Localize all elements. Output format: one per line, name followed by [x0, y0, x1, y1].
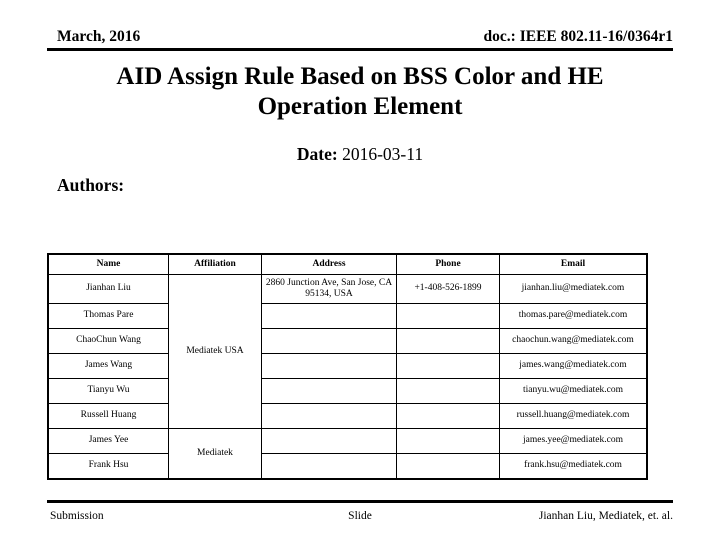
- cell-name: Frank Hsu: [47, 453, 169, 480]
- cell-name: Tianyu Wu: [47, 378, 169, 404]
- table-row: ChaoChun Wang chaochun.wang@mediatek.com: [47, 328, 648, 354]
- cell-phone: [396, 328, 500, 354]
- cell-email: james.wang@mediatek.com: [499, 353, 648, 379]
- cell-name: James Yee: [47, 428, 169, 454]
- slide-title: AID Assign Rule Based on BSS Color and H…: [116, 63, 604, 120]
- cell-address: 2860 Junction Ave, San Jose, CA 95134, U…: [261, 274, 397, 304]
- column-header-address: Address: [261, 253, 397, 275]
- cell-email: tianyu.wu@mediatek.com: [499, 378, 648, 404]
- slide-header: March, 2016 doc.: IEEE 802.11-16/0364r1: [47, 27, 673, 51]
- authors-table-body: Jianhan Liu Mediatek USA 2860 Junction Ave…: [47, 274, 648, 480]
- date-label: Date:: [296, 144, 338, 164]
- footer-divider: [47, 500, 673, 503]
- footer-author-credit: Jianhan Liu, Mediatek, et. al.: [538, 510, 673, 522]
- cell-name: James Wang: [47, 353, 169, 379]
- cell-name: Thomas Pare: [47, 303, 169, 329]
- header-divider: [47, 48, 673, 51]
- table-row: Thomas Pare thomas.pare@mediatek.com: [47, 303, 648, 329]
- table-header-row: Name Affiliation Address Phone Email: [47, 253, 648, 275]
- header-doc-number: doc.: IEEE 802.11-16/0364r1: [483, 28, 673, 45]
- cell-address: [261, 378, 397, 404]
- cell-email: jianhan.liu@mediatek.com: [499, 274, 648, 304]
- cell-address: [261, 428, 397, 454]
- cell-phone: [396, 453, 500, 480]
- column-header-phone: Phone: [396, 253, 500, 275]
- cell-affiliation: Mediatek: [168, 428, 262, 480]
- cell-email: russell.huang@mediatek.com: [499, 403, 648, 429]
- cell-email: frank.hsu@mediatek.com: [499, 453, 648, 480]
- slide-canvas: March, 2016 doc.: IEEE 802.11-16/0364r1 …: [0, 0, 720, 540]
- cell-name: Russell Huang: [47, 403, 169, 429]
- cell-affiliation: Mediatek USA: [168, 274, 262, 429]
- cell-address: [261, 303, 397, 329]
- table-row: James Yee Mediatek james.yee@mediatek.com: [47, 428, 648, 480]
- column-header-name: Name: [47, 253, 169, 275]
- authors-heading: Authors:: [57, 175, 125, 195]
- cell-name: Jianhan Liu: [47, 274, 169, 304]
- cell-phone: [396, 428, 500, 454]
- table-row: Russell Huang russell.huang@mediatek.com: [47, 403, 648, 429]
- column-header-affiliation: Affiliation: [168, 253, 262, 275]
- cell-address: [261, 353, 397, 379]
- table-row: James Wang james.wang@mediatek.com: [47, 353, 648, 379]
- authors-table: Name Affiliation Address Phone Email Jia…: [47, 253, 648, 480]
- cell-address: [261, 403, 397, 429]
- table-row: Tianyu Wu tianyu.wu@mediatek.com: [47, 378, 648, 404]
- cell-address: [261, 453, 397, 480]
- header-date-text: March, 2016: [57, 28, 141, 45]
- cell-phone: [396, 353, 500, 379]
- date-line: Date: 2016-03-11: [60, 143, 660, 165]
- column-header-email: Email: [499, 253, 648, 275]
- cell-name: ChaoChun Wang: [47, 328, 169, 354]
- cell-phone: [396, 378, 500, 404]
- cell-phone: [396, 403, 500, 429]
- authors-table-header: Name Affiliation Address Phone Email: [47, 253, 648, 275]
- table-row: Frank Hsu frank.hsu@mediatek.com: [47, 453, 648, 480]
- cell-address: [261, 328, 397, 354]
- authors-table-container: Name Affiliation Address Phone Email Jia…: [47, 253, 648, 480]
- table-row: Jianhan Liu Mediatek USA 2860 Junction Ave…: [47, 274, 648, 429]
- cell-email: james.yee@mediatek.com: [499, 428, 648, 454]
- slide-footer: Submission Slide Jianhan Liu, Mediatek, …: [47, 500, 673, 526]
- cell-phone: +1-408-526-1899: [396, 274, 500, 304]
- date-value: 2016-03-11: [342, 144, 424, 164]
- cell-email: chaochun.wang@mediatek.com: [499, 328, 648, 354]
- cell-phone: [396, 303, 500, 329]
- cell-email: thomas.pare@mediatek.com: [499, 303, 648, 329]
